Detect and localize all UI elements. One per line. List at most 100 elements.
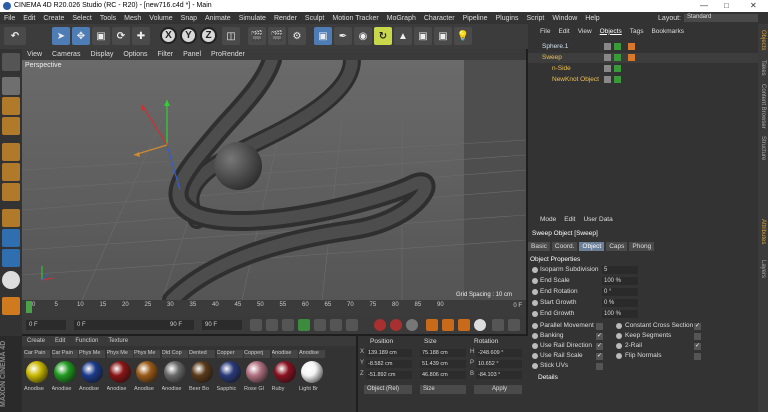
- menu-mograph[interactable]: MoGraph: [383, 15, 420, 22]
- attr-field-input[interactable]: 100 %: [602, 277, 638, 285]
- menu-plugins[interactable]: Plugins: [492, 15, 523, 22]
- material-swatch[interactable]: Old Cop Anodise: [161, 350, 188, 392]
- tweak-mode-icon[interactable]: [2, 229, 20, 247]
- attr-menu-userdata[interactable]: User Data: [579, 216, 616, 223]
- render-view-icon[interactable]: 🎬: [248, 27, 266, 45]
- obj-menu-bookmarks[interactable]: Bookmarks: [647, 28, 688, 35]
- vp-menu-prorender[interactable]: ProRender: [206, 51, 250, 58]
- material-swatch[interactable]: Car Pain Anodise: [51, 350, 78, 392]
- close-icon[interactable]: ✕: [750, 1, 757, 10]
- vp-menu-options[interactable]: Options: [118, 51, 152, 58]
- record-active-icon[interactable]: [374, 319, 386, 331]
- attr-checkbox[interactable]: ✓: [596, 343, 603, 350]
- parameter-key-icon[interactable]: [474, 319, 486, 331]
- perspective-viewport[interactable]: Perspective Grid Spacing : 10 cm: [22, 60, 526, 300]
- undo-icon[interactable]: ↶: [4, 27, 26, 45]
- tab-basic[interactable]: Basic: [528, 242, 550, 251]
- menu-animate[interactable]: Animate: [201, 15, 235, 22]
- preview-range-end-field[interactable]: 90 F: [152, 320, 182, 330]
- environment-icon[interactable]: ▲: [394, 27, 412, 45]
- size-field[interactable]: 51.439 cm: [420, 360, 466, 368]
- menu-edit[interactable]: Edit: [19, 15, 39, 22]
- workplane-mode-icon[interactable]: [2, 117, 20, 135]
- details-section[interactable]: Details: [538, 374, 558, 381]
- material-swatch[interactable]: Phys Me Anodise: [134, 350, 160, 392]
- menu-script[interactable]: Script: [522, 15, 548, 22]
- timeline-menu-icon[interactable]: [508, 319, 520, 331]
- animate-dot-icon[interactable]: [532, 323, 538, 329]
- material-swatch[interactable]: Phys Me Anodise: [79, 350, 105, 392]
- magnet-icon[interactable]: [2, 297, 20, 315]
- y-axis-lock-button[interactable]: Y: [180, 27, 197, 44]
- rotate-tool-icon[interactable]: ⟳: [112, 27, 130, 45]
- points-mode-icon[interactable]: [2, 143, 20, 161]
- attr-field-input[interactable]: 0 %: [602, 299, 638, 307]
- cube-primitive-icon[interactable]: ▣: [314, 27, 332, 45]
- side-tab-objects[interactable]: Objects: [760, 30, 766, 50]
- attr-menu-mode[interactable]: Mode: [536, 216, 560, 223]
- material-swatch[interactable]: Anodise Light Br: [299, 350, 325, 392]
- enable-check-icon[interactable]: [614, 65, 621, 72]
- size-mode-dropdown[interactable]: Size: [420, 385, 466, 394]
- object-row[interactable]: NewKnot Object: [528, 75, 758, 85]
- render-picture-viewer-icon[interactable]: 🎬: [268, 27, 286, 45]
- side-tab-layers[interactable]: Layers: [760, 260, 766, 278]
- attr-checkbox[interactable]: ✓: [596, 353, 603, 360]
- keyframe-selection-icon[interactable]: [406, 319, 418, 331]
- attr-checkbox[interactable]: ✓: [596, 333, 603, 340]
- polygons-mode-icon[interactable]: [2, 183, 20, 201]
- enable-axis-icon[interactable]: [2, 249, 20, 267]
- snap-icon[interactable]: [2, 271, 20, 289]
- previous-frame-icon[interactable]: [282, 319, 294, 331]
- animate-dot-icon[interactable]: [532, 289, 538, 295]
- material-swatch[interactable]: Dented Beer Bo: [189, 350, 215, 392]
- vp-menu-cameras[interactable]: Cameras: [47, 51, 85, 58]
- menu-pipeline[interactable]: Pipeline: [459, 15, 492, 22]
- visibility-toggle-icon[interactable]: [604, 43, 611, 50]
- layout-dropdown[interactable]: Standard: [684, 14, 758, 22]
- menu-select[interactable]: Select: [68, 15, 95, 22]
- pen-spline-icon[interactable]: ✒: [334, 27, 352, 45]
- attr-checkbox[interactable]: [694, 333, 701, 340]
- attr-checkbox[interactable]: [596, 363, 603, 370]
- rotation-key-icon[interactable]: [458, 319, 470, 331]
- enable-check-icon[interactable]: [614, 76, 621, 83]
- transform-tool-icon[interactable]: ✚: [132, 27, 150, 45]
- animate-dot-icon[interactable]: [616, 333, 622, 339]
- menu-sculpt[interactable]: Sculpt: [301, 15, 328, 22]
- model-mode-icon[interactable]: [2, 77, 20, 95]
- previous-keyframe-icon[interactable]: [266, 319, 278, 331]
- tag-icon[interactable]: [628, 43, 635, 50]
- menu-window[interactable]: Window: [548, 15, 581, 22]
- object-row[interactable]: n-Side: [528, 64, 758, 74]
- menu-create[interactable]: Create: [39, 15, 68, 22]
- rotation-field[interactable]: -248.609 °: [476, 349, 522, 357]
- current-frame-field[interactable]: 0 F: [26, 320, 66, 330]
- attr-menu-edit[interactable]: Edit: [560, 216, 579, 223]
- object-row[interactable]: Sweep: [528, 53, 758, 63]
- material-menu-texture[interactable]: Texture: [103, 336, 133, 346]
- next-frame-icon[interactable]: [314, 319, 326, 331]
- menu-render[interactable]: Render: [270, 15, 301, 22]
- animate-dot-icon[interactable]: [532, 353, 538, 359]
- apply-button[interactable]: Apply: [474, 385, 522, 394]
- position-field[interactable]: 139.189 cm: [366, 349, 412, 357]
- side-tab-takes[interactable]: Takes: [760, 60, 766, 76]
- obj-menu-view[interactable]: View: [574, 28, 596, 35]
- vp-menu-view[interactable]: View: [22, 51, 47, 58]
- animate-dot-icon[interactable]: [532, 333, 538, 339]
- scale-key-icon[interactable]: [442, 319, 454, 331]
- menu-character[interactable]: Character: [420, 15, 459, 22]
- animate-dot-icon[interactable]: [532, 300, 538, 306]
- attr-checkbox[interactable]: ✓: [694, 343, 701, 350]
- material-swatch[interactable]: Anodise Ruby: [271, 350, 298, 392]
- menu-tools[interactable]: Tools: [96, 15, 120, 22]
- minimize-icon[interactable]: —: [700, 1, 708, 10]
- attr-checkbox[interactable]: ✓: [694, 323, 701, 330]
- deformer-icon[interactable]: ↻: [374, 27, 392, 45]
- light-icon[interactable]: 💡: [454, 27, 472, 45]
- enable-check-icon[interactable]: [614, 43, 621, 50]
- move-tool-icon[interactable]: ✥: [72, 27, 90, 45]
- menu-mesh[interactable]: Mesh: [120, 15, 145, 22]
- material-swatch[interactable]: Copper Sapphic: [216, 350, 243, 392]
